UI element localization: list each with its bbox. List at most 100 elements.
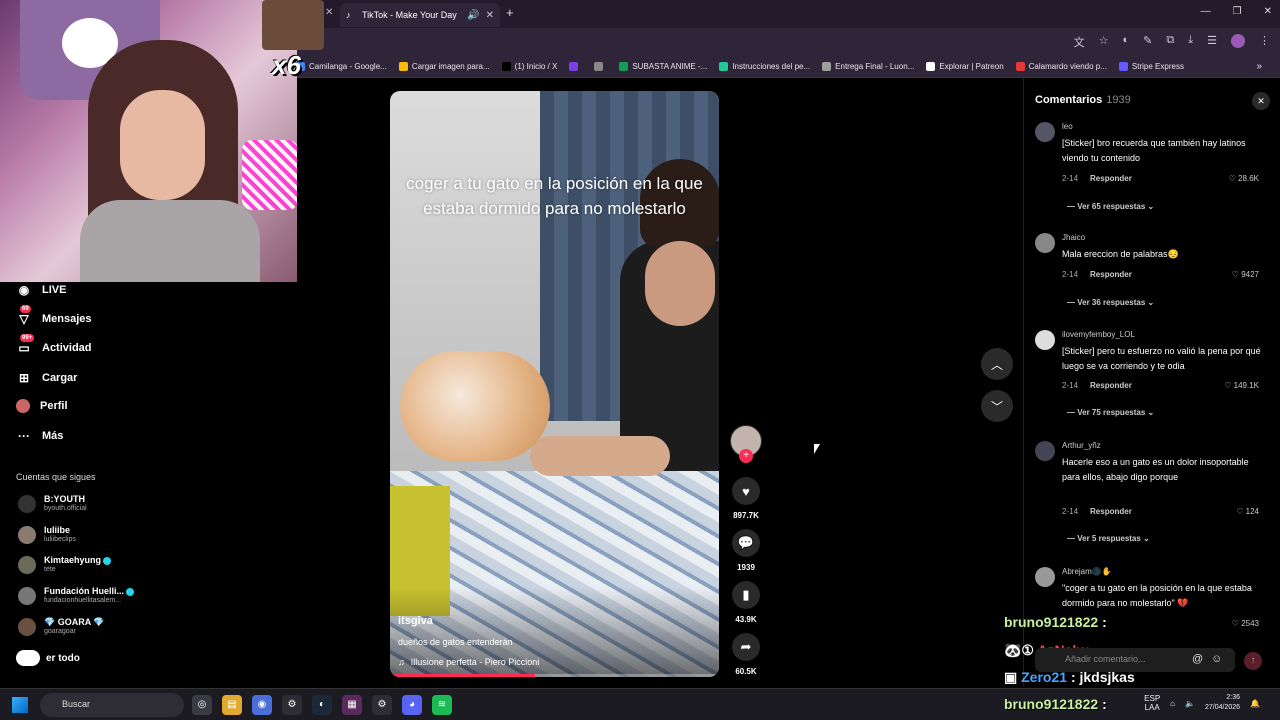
- translate-icon[interactable]: 文: [1074, 34, 1085, 50]
- nav-profile[interactable]: Perfil: [16, 399, 68, 413]
- clock[interactable]: 2:36 27/04/2026: [1205, 693, 1240, 713]
- comment-avatar[interactable]: [1035, 567, 1055, 587]
- share-action[interactable]: ➦ 60.5K: [728, 633, 764, 676]
- bookmark-item[interactable]: SUBASTA ANIME -...: [619, 62, 707, 71]
- heart-icon[interactable]: ♥: [732, 477, 760, 505]
- comment-like[interactable]: ♡ 124: [1236, 507, 1259, 516]
- reply-button[interactable]: Responder: [1090, 507, 1132, 516]
- follow-plus-icon[interactable]: +: [739, 449, 753, 463]
- reply-button[interactable]: Responder: [1090, 174, 1132, 183]
- app-icon[interactable]: ⚙: [372, 695, 392, 715]
- notifications-icon[interactable]: 🔔: [1250, 699, 1260, 708]
- comment-avatar[interactable]: [1035, 330, 1055, 350]
- view-replies-button[interactable]: — Ver 65 respuestas ⌄: [1067, 202, 1154, 211]
- file-explorer-icon[interactable]: ▤: [222, 695, 242, 715]
- comment-like[interactable]: ♡ 28.6K: [1229, 174, 1259, 183]
- volume-icon[interactable]: 🔈: [1185, 699, 1195, 708]
- chrome-icon[interactable]: ◉: [252, 695, 272, 715]
- extension-icon[interactable]: ◐: [1123, 34, 1130, 50]
- reply-button[interactable]: Responder: [1090, 381, 1132, 390]
- settings-icon[interactable]: ⚙: [282, 695, 302, 715]
- comment-username[interactable]: leo: [1062, 122, 1073, 131]
- comment-like[interactable]: ♡ 9427: [1232, 270, 1259, 279]
- comment-avatar[interactable]: [1035, 441, 1055, 461]
- view-replies-button[interactable]: — Ver 5 respuestas ⌄: [1067, 534, 1150, 543]
- download-icon[interactable]: ⤓: [1188, 34, 1193, 50]
- save-action[interactable]: ▮ 43.9K: [728, 581, 764, 624]
- view-replies-button[interactable]: — Ver 75 respuestas ⌄: [1067, 408, 1154, 417]
- bookmark-item[interactable]: Cargar imagen para...: [398, 62, 490, 71]
- bookmarks-overflow-icon[interactable]: »: [1256, 61, 1262, 72]
- nav-activity[interactable]: ▭ 99+ Actividad: [16, 334, 92, 356]
- windows-start-icon[interactable]: [12, 697, 28, 713]
- send-comment-icon[interactable]: ↑: [1244, 652, 1262, 670]
- following-account[interactable]: B:YOUTH byouth.official: [18, 494, 87, 513]
- steam-icon[interactable]: ◐: [312, 695, 332, 715]
- app-icon[interactable]: ◎: [192, 695, 212, 715]
- profile-avatar-icon[interactable]: [1231, 34, 1245, 48]
- nav-messages[interactable]: ▽ 69 Mensajes: [16, 305, 92, 327]
- bookmark-item[interactable]: (1) Inicio / X: [501, 62, 557, 71]
- mention-icon[interactable]: @: [1192, 653, 1203, 665]
- video-author[interactable]: itsgiva: [398, 615, 433, 627]
- comment-username[interactable]: Abrejam🌑✋: [1062, 567, 1112, 576]
- following-account[interactable]: Kimtaehyung tete: [18, 555, 112, 574]
- tab-close-icon[interactable]: ✕: [486, 10, 494, 21]
- previous-tab-close-icon[interactable]: ✕: [325, 7, 333, 18]
- bookmark-item[interactable]: Explorar | Patreon: [926, 62, 1004, 71]
- comment-username[interactable]: Arthur_yñz: [1062, 441, 1101, 450]
- video-player[interactable]: coger a tu gato en la posición en la que…: [390, 91, 719, 677]
- minimize-icon[interactable]: —: [1201, 6, 1211, 17]
- bookmark-star-icon[interactable]: ☆: [1099, 34, 1109, 50]
- comment-like[interactable]: ♡ 149.1K: [1224, 381, 1259, 390]
- bookmark-item[interactable]: Calamardo viendo p...: [1015, 62, 1107, 71]
- bookmark-item[interactable]: [594, 62, 607, 71]
- bookmark-item[interactable]: Camilanga - Google...: [296, 62, 387, 71]
- like-action[interactable]: ♥ 897.7K: [728, 477, 764, 520]
- bookmark-favicon-icon: [569, 62, 579, 71]
- restore-icon[interactable]: ❐: [1233, 6, 1242, 17]
- obs-icon[interactable]: ▦: [342, 695, 362, 715]
- bookmark-item[interactable]: Instrucciones del pe...: [719, 62, 810, 71]
- next-video-button[interactable]: ﹀: [981, 390, 1013, 422]
- language-indicator[interactable]: ESP LAA: [1144, 694, 1160, 712]
- extension-icon[interactable]: ✎: [1143, 34, 1152, 50]
- nav-live[interactable]: ◉ LIVE: [16, 282, 67, 298]
- bookmark-item[interactable]: [569, 62, 582, 71]
- network-icon[interactable]: ⌂: [1170, 699, 1175, 708]
- comment-username[interactable]: Jhaico: [1062, 233, 1085, 242]
- view-replies-button[interactable]: — Ver 36 respuestas ⌄: [1067, 298, 1154, 307]
- comment-icon[interactable]: 💬: [732, 529, 760, 557]
- comment-username[interactable]: ilovemyfemboy_LOL: [1062, 330, 1135, 339]
- comment-action[interactable]: 💬 1939: [728, 529, 764, 572]
- comment-avatar[interactable]: [1035, 233, 1055, 253]
- tab-search-icon[interactable]: ☰: [1207, 34, 1217, 50]
- close-comments-icon[interactable]: ✕: [1252, 92, 1270, 110]
- browser-menu-icon[interactable]: ⋮: [1259, 34, 1270, 50]
- reply-button[interactable]: Responder: [1090, 270, 1132, 279]
- bookmark-item[interactable]: Stripe Express: [1118, 62, 1184, 71]
- emoji-icon[interactable]: ☺: [1211, 653, 1222, 665]
- window-close-icon[interactable]: ✕: [1264, 6, 1272, 17]
- following-account[interactable]: Fundación Huelli... fundacionhuellitasale…: [18, 586, 135, 605]
- taskbar-search[interactable]: Buscar: [40, 693, 184, 717]
- bookmark-icon[interactable]: ▮: [732, 581, 760, 609]
- comment-avatar[interactable]: [1035, 122, 1055, 142]
- comment-like[interactable]: ♡ 2543: [1232, 619, 1259, 628]
- extensions-puzzle-icon[interactable]: ⧉: [1166, 34, 1174, 50]
- nav-upload[interactable]: ⊞ Cargar: [16, 370, 78, 386]
- bookmark-item[interactable]: Entrega Final - Luon...: [822, 62, 914, 71]
- following-account[interactable]: 💎 GOARA 💎 goaragoar: [18, 617, 105, 636]
- tab-audio-icon[interactable]: 🔊: [467, 10, 479, 21]
- see-all-link[interactable]: er todo: [16, 650, 80, 666]
- video-music[interactable]: ♫ Illusione perfetta - Piero Piccioni: [398, 657, 539, 667]
- previous-video-button[interactable]: ︿: [981, 348, 1013, 380]
- new-tab-button[interactable]: +: [506, 5, 514, 20]
- discord-icon[interactable]: ◕: [402, 695, 422, 715]
- video-progress-bar[interactable]: [390, 674, 719, 677]
- tab-tiktok[interactable]: ♪ TikTok - Make Your Day 🔊 ✕: [340, 3, 500, 27]
- nav-more[interactable]: ··· Más: [16, 428, 63, 444]
- spotify-icon[interactable]: ≋: [432, 695, 452, 715]
- share-icon[interactable]: ➦: [732, 633, 760, 661]
- following-account[interactable]: luliibe luliibeclips: [18, 525, 76, 544]
